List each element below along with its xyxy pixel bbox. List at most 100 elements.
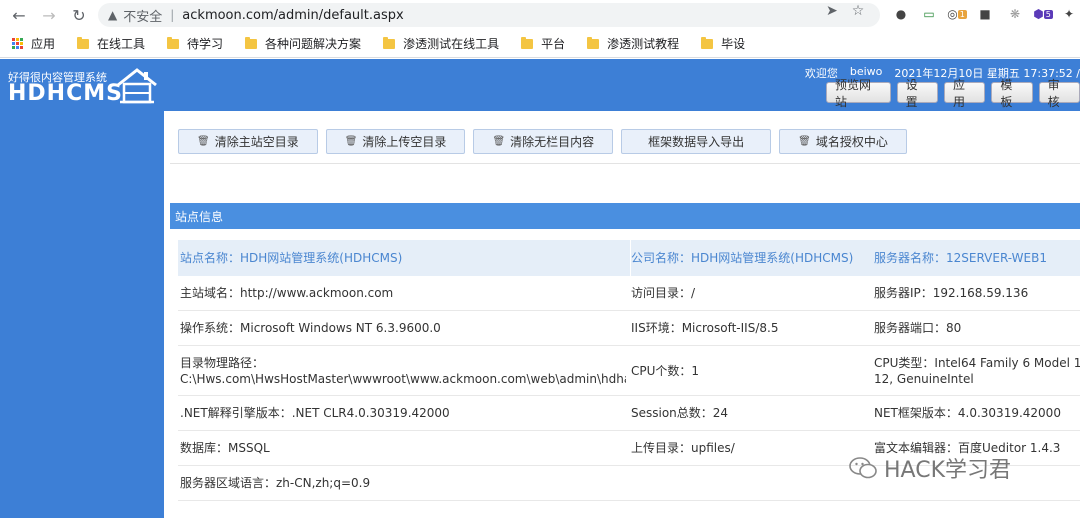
battery-extension-icon[interactable]: ▭ bbox=[920, 5, 938, 23]
cpu-type-label: CPU类型：Intel64 Family 6 Model 142 St bbox=[874, 355, 1080, 370]
company-name-cell: 公司名称：HDH网站管理系统(HDHCMS) bbox=[630, 240, 870, 276]
trash-icon: 🗑 bbox=[492, 136, 506, 147]
folder-icon bbox=[77, 36, 90, 49]
iis-cell: IIS环境：Microsoft-IIS/8.5 bbox=[630, 311, 870, 345]
cpu-count-cell: CPU个数：1 bbox=[630, 346, 870, 395]
trash-icon: 🗑 bbox=[344, 136, 358, 147]
url-text: ackmoon.com/admin/default.aspx bbox=[182, 7, 404, 23]
badge-one: 1 bbox=[957, 9, 967, 19]
cpu-type-cell: CPU类型：Intel64 Family 6 Model 142 St 12, … bbox=[874, 346, 1080, 395]
templates-button[interactable]: 模板 bbox=[991, 78, 1033, 109]
bookmark-folder[interactable]: 平台 bbox=[521, 35, 565, 52]
welcome-label: 欢迎您 bbox=[804, 67, 838, 80]
insecure-label: 不安全 bbox=[123, 9, 163, 25]
trash-icon: 🗑 bbox=[798, 136, 811, 147]
warning-triangle-icon: ▲ bbox=[108, 8, 118, 22]
database-cell: 数据库：MSSQL bbox=[180, 441, 270, 455]
folder-icon bbox=[383, 36, 396, 49]
bookmark-folder[interactable]: 渗透测试教程 bbox=[587, 35, 679, 52]
tool-label: 域名授权中心 bbox=[815, 135, 888, 149]
bookmark-label: 在线工具 bbox=[97, 37, 146, 51]
server-ip-cell: 服务器IP：192.168.59.136 bbox=[874, 286, 1029, 300]
hex-extension-icon[interactable]: ⬢ 5 bbox=[1033, 5, 1053, 23]
trash-icon: 🗑 bbox=[197, 136, 210, 147]
table-row: 操作系统：Microsoft Windows NT 6.3.9600.0 IIS… bbox=[178, 311, 1080, 346]
folder-icon bbox=[701, 36, 714, 49]
bookmarks-bar: 应用 在线工具 待学习 各种问题解决方案 渗透测试在线工具 平台 渗透测试教程 … bbox=[0, 30, 1080, 58]
header-buttons: 预览网站 设置 应用 模板 审核 bbox=[826, 78, 1080, 109]
bookmark-label: 毕设 bbox=[721, 37, 746, 51]
folder-icon bbox=[167, 36, 180, 49]
settings-extension-icon[interactable]: ❋ bbox=[1006, 5, 1024, 23]
tool-label: 清除无栏目内容 bbox=[510, 135, 595, 149]
bookmark-label: 平台 bbox=[541, 37, 566, 51]
sidebar bbox=[0, 111, 164, 518]
badge-five: 5 bbox=[1043, 9, 1053, 19]
access-dir-cell: 访问目录：/ bbox=[630, 276, 870, 310]
site-info-panel-header: 站点信息 bbox=[170, 203, 1080, 229]
table-row: 主站域名：http://www.ackmoon.com 访问目录：/ 服务器IP… bbox=[178, 276, 1080, 311]
bookmark-folder[interactable]: 在线工具 bbox=[77, 35, 145, 52]
domain-auth-center-button[interactable]: 🗑 域名授权中心 bbox=[779, 129, 907, 154]
send-icon[interactable]: ➤ bbox=[826, 3, 838, 19]
tool-label: 清除主站空目录 bbox=[214, 135, 299, 149]
apps-grid-icon bbox=[12, 38, 23, 49]
tool-buttons: 🗑 清除主站空目录 🗑 清除上传空目录 🗑 清除无栏目内容 框架数据导入导出 🗑 域名授… bbox=[178, 129, 907, 154]
table-row: 目录物理路径： C:\Hws.com\HwsHostMaster\wwwroot… bbox=[178, 346, 1080, 396]
bookmark-star-icon[interactable]: ☆ bbox=[852, 3, 865, 19]
admin-header: 好得很内容管理系统 HDHCMS 欢迎您 beiwo 2021年12月10日 星… bbox=[0, 59, 1080, 111]
review-button[interactable]: 审核 bbox=[1038, 78, 1080, 109]
address-bar[interactable]: ▲ 不安全 | ackmoon.com/admin/default.aspx bbox=[98, 3, 880, 27]
house-logo-icon bbox=[117, 68, 157, 104]
cpu-type-cont: 12, GenuineIntel bbox=[874, 371, 974, 386]
framework-import-export-button[interactable]: 框架数据导入导出 bbox=[621, 129, 772, 154]
tool-label: 清除上传空目录 bbox=[362, 135, 447, 149]
browser-toolbar: ← → ↻ ▲ 不安全 | ackmoon.com/admin/default.… bbox=[0, 0, 1080, 30]
logo-title: HDHCMS bbox=[8, 81, 123, 106]
table-row: 站点名称：HDH网站管理系统(HDHCMS) 公司名称：HDH网站管理系统(HD… bbox=[178, 240, 1080, 276]
bookmark-label: 渗透测试教程 bbox=[607, 37, 680, 51]
server-port-cell: 服务器端口：80 bbox=[874, 321, 962, 335]
forward-arrow-icon[interactable]: → bbox=[38, 4, 60, 26]
folder-icon bbox=[587, 36, 600, 49]
address-separator: | bbox=[170, 8, 175, 22]
gauge-extension-icon[interactable]: ◎ 1 bbox=[947, 5, 967, 23]
bookmark-folder[interactable]: 毕设 bbox=[701, 35, 745, 52]
bookmark-label: 待学习 bbox=[187, 37, 224, 51]
session-count-cell: Session总数：24 bbox=[630, 396, 870, 430]
robot-extension-icon[interactable]: ■ bbox=[976, 5, 994, 23]
bookmark-folder[interactable]: 渗透测试在线工具 bbox=[383, 35, 499, 52]
dotnet-engine-cell: .NET解释引擎版本：.NET CLR4.0.30319.42000 bbox=[180, 406, 450, 420]
server-locale-cell: 服务器区域语言：zh-CN,zh;q=0.9 bbox=[180, 476, 371, 490]
table-row: .NET解释引擎版本：.NET CLR4.0.30319.42000 Sessi… bbox=[178, 396, 1080, 431]
upload-dir-cell: 上传目录：upfiles/ bbox=[630, 431, 870, 465]
clear-orphan-content-button[interactable]: 🗑 清除无栏目内容 bbox=[473, 129, 614, 154]
bookmark-label: 应用 bbox=[31, 37, 56, 51]
watermark-text: HACK学习君 bbox=[884, 458, 1011, 483]
puzzle-extension-icon[interactable]: ✦ bbox=[1060, 5, 1078, 23]
wechat-icon bbox=[849, 457, 877, 479]
bookmark-label: 渗透测试在线工具 bbox=[403, 37, 500, 51]
main-domain-cell: 主站域名：http://www.ackmoon.com bbox=[180, 286, 394, 300]
tool-label: 框架数据导入导出 bbox=[648, 135, 745, 149]
settings-button[interactable]: 设置 bbox=[896, 78, 938, 109]
os-cell: 操作系统：Microsoft Windows NT 6.3.9600.0 bbox=[180, 321, 441, 335]
clear-upload-empty-dir-button[interactable]: 🗑 清除上传空目录 bbox=[325, 129, 466, 154]
physical-path-label: 目录物理路径： bbox=[180, 355, 265, 370]
clear-main-empty-dir-button[interactable]: 🗑 清除主站空目录 bbox=[178, 129, 318, 154]
net-framework-cell: NET框架版本：4.0.30319.42000 bbox=[874, 406, 1061, 420]
physical-path-value: C:\Hws.com\HwsHostMaster\wwwroot\www.ack… bbox=[180, 371, 626, 386]
folder-icon bbox=[245, 36, 258, 49]
reload-icon[interactable]: ↻ bbox=[68, 4, 90, 26]
divider bbox=[170, 163, 1080, 164]
site-name-cell: 站点名称：HDH网站管理系统(HDHCMS) bbox=[180, 251, 403, 265]
back-arrow-icon[interactable]: ← bbox=[8, 4, 30, 26]
bookmark-folder[interactable]: 待学习 bbox=[167, 35, 223, 52]
preview-site-button[interactable]: 预览网站 bbox=[826, 78, 891, 109]
spy-extension-icon[interactable]: ● bbox=[892, 5, 910, 23]
apps-button[interactable]: 应用 bbox=[943, 78, 986, 109]
folder-icon bbox=[521, 36, 534, 49]
bookmark-folder[interactable]: 各种问题解决方案 bbox=[245, 35, 361, 52]
bookmark-apps[interactable]: 应用 bbox=[12, 35, 55, 52]
bookmark-label: 各种问题解决方案 bbox=[265, 37, 362, 51]
